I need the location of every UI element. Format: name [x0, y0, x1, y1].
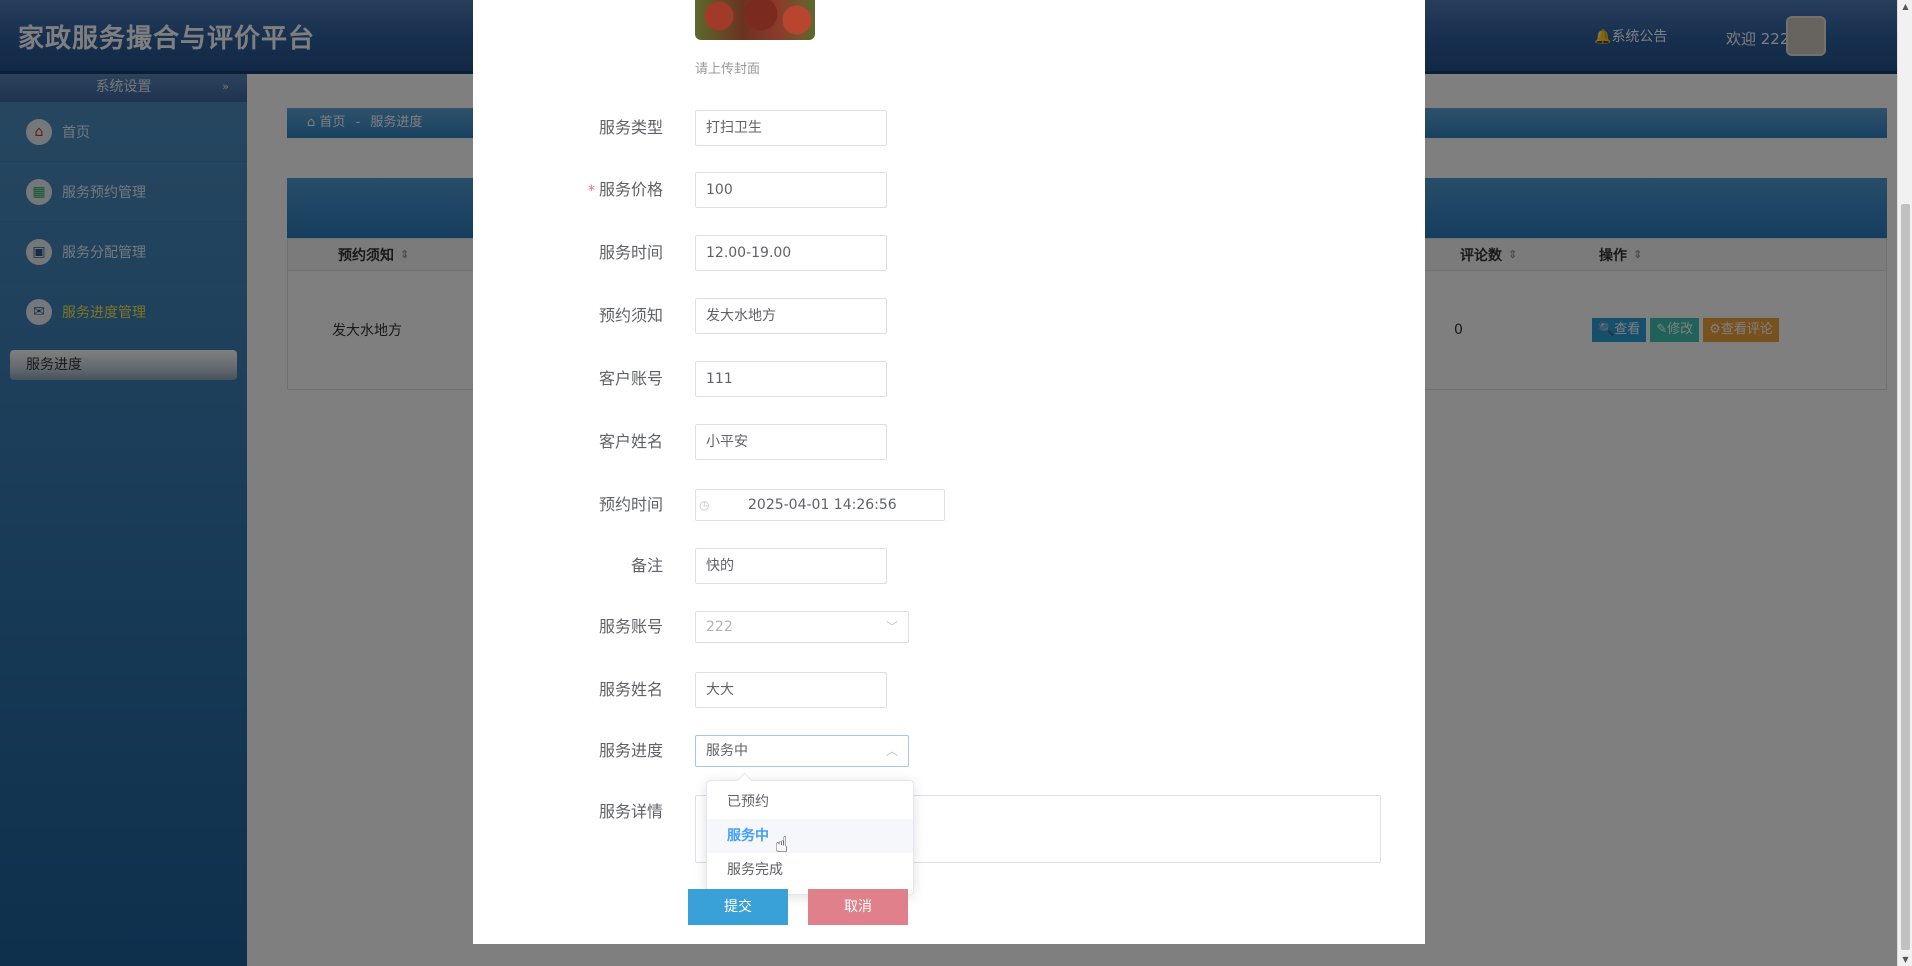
service-name-label: 服务姓名	[598, 680, 663, 699]
submit-button[interactable]: 提交	[688, 889, 788, 925]
booking-notice-input[interactable]: 发大水地方	[695, 298, 887, 334]
cover-upload-hint: 请上传封面	[695, 62, 761, 77]
scroll-thumb[interactable]	[1901, 204, 1910, 950]
progress-option-selected[interactable]: 服务中 ☝	[707, 819, 913, 858]
scroll-up-icon[interactable]: ▲	[1898, 2, 1912, 11]
service-time-input[interactable]: 12.00-19.00	[695, 235, 887, 271]
booking-time-label: 预约时间	[598, 495, 663, 514]
service-price-label: * 服务价格	[588, 172, 663, 208]
customer-account-input[interactable]: 111	[695, 361, 887, 397]
service-detail-label: 服务详情	[598, 802, 663, 821]
service-progress-label: 服务进度	[598, 741, 663, 760]
form-row-service-name: 服务姓名 大大	[473, 672, 1425, 708]
service-name-input[interactable]: 大大	[695, 672, 887, 708]
chevron-up-icon: ︿	[885, 744, 898, 758]
customer-name-label: 客户姓名	[598, 432, 663, 451]
form-row-customer-name: 客户姓名 小平安	[473, 424, 1425, 460]
form-row-service-account: 服务账号 222 ﹀	[473, 609, 1425, 645]
required-mark: *	[587, 183, 595, 199]
clock-icon: ◷	[699, 498, 710, 512]
form-row-service-time: 服务时间 12.00-19.00	[473, 235, 1425, 271]
chevron-down-icon: ﹀	[885, 620, 898, 634]
form-row-service-type: 服务类型 打扫卫生	[473, 110, 1425, 146]
edit-progress-dialog: 请上传封面 服务类型 打扫卫生 * 服务价格 100 服务时间 12.00-19.…	[473, 0, 1425, 944]
booking-time-value: 2025-04-01 14:26:56	[748, 497, 897, 513]
scroll-down-icon[interactable]: ▼	[1898, 955, 1912, 964]
form-row-booking-notice: 预约须知 发大水地方	[473, 298, 1425, 334]
progress-option-label: 服务中	[727, 828, 769, 844]
form-row-customer-account: 客户账号 111	[473, 361, 1425, 397]
customer-name-input[interactable]: 小平安	[695, 424, 887, 460]
cover-image[interactable]	[695, 0, 815, 40]
progress-option[interactable]: 已预约	[707, 785, 913, 819]
service-type-input[interactable]: 打扫卫生	[695, 110, 887, 146]
cancel-button[interactable]: 取消	[808, 889, 908, 925]
service-price-label-text: 服务价格	[598, 180, 663, 199]
booking-notice-label: 预约须知	[598, 306, 663, 325]
remark-input[interactable]: 快的	[695, 548, 887, 584]
service-progress-value: 服务中	[706, 743, 748, 759]
service-price-input[interactable]: 100	[695, 172, 887, 208]
progress-option[interactable]: 服务完成	[707, 853, 913, 887]
service-account-select[interactable]: 222 ﹀	[695, 611, 909, 643]
service-account-label: 服务账号	[598, 617, 663, 636]
progress-dropdown: 已预约 服务中 ☝ 服务完成	[706, 780, 914, 895]
form-row-service-progress: 服务进度 服务中 ︿	[473, 733, 1425, 769]
booking-time-picker[interactable]: ◷ 2025-04-01 14:26:56	[695, 489, 945, 521]
form-row-booking-time: 预约时间 ◷ 2025-04-01 14:26:56	[473, 487, 1425, 523]
page-scrollbar[interactable]: ▲ ▼	[1897, 0, 1912, 966]
form-row-remark: 备注 快的	[473, 548, 1425, 584]
remark-label: 备注	[630, 556, 663, 575]
service-progress-select[interactable]: 服务中 ︿	[695, 735, 909, 767]
service-account-value: 222	[706, 619, 733, 635]
form-row-service-price: * 服务价格 100	[473, 172, 1425, 208]
customer-account-label: 客户账号	[598, 369, 663, 388]
service-time-label: 服务时间	[598, 243, 663, 262]
service-type-label: 服务类型	[598, 118, 663, 137]
